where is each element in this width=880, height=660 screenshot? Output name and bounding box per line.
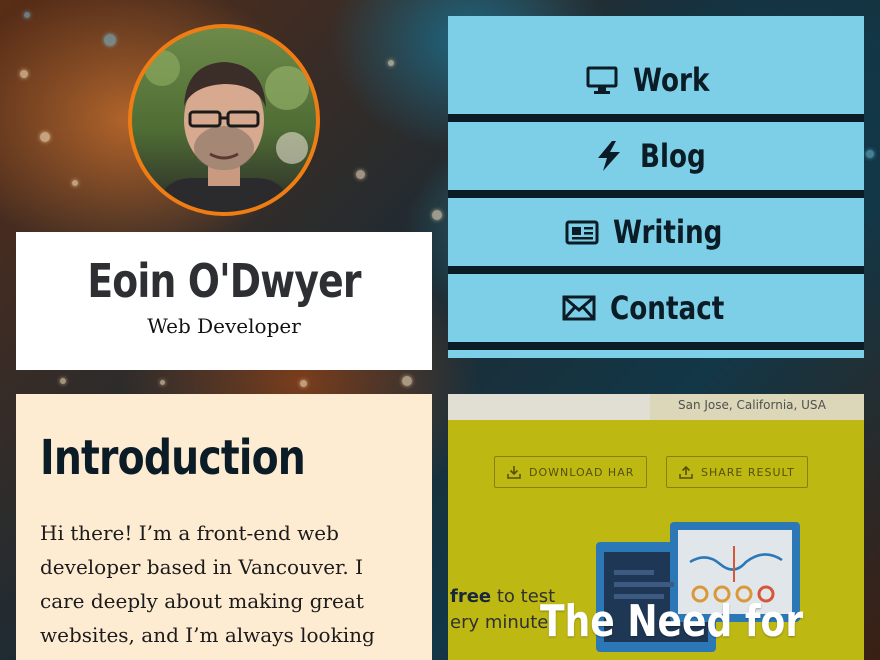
nav-divider — [448, 350, 864, 358]
monitor-icon — [586, 66, 618, 94]
intro-heading: Introduction — [40, 430, 306, 486]
nav-item-contact[interactable]: Contact — [448, 274, 864, 350]
bubble — [432, 210, 442, 220]
nav-item-work[interactable]: Work — [448, 16, 864, 122]
bubble — [866, 150, 874, 158]
intro-card: Introduction Hi there! I’m a front-end w… — [16, 394, 432, 660]
bubble — [104, 34, 116, 46]
profile-name: Eoin O'Dwyer — [87, 254, 361, 308]
bubble — [356, 170, 365, 179]
bubble — [72, 180, 78, 186]
profile-role: Web Developer — [147, 314, 301, 338]
bubble — [402, 376, 412, 386]
project-card[interactable]: San Jose, California, USA DOWNLOAD HAR S… — [448, 394, 864, 660]
nav-label-work: Work — [633, 61, 710, 99]
bubble — [388, 60, 394, 66]
portrait-image — [144, 50, 309, 212]
newspaper-icon — [565, 220, 599, 245]
nav-label-blog: Blog — [639, 137, 706, 175]
avatar — [128, 24, 320, 216]
nav-item-writing[interactable]: Writing — [448, 198, 864, 274]
bubble — [300, 380, 307, 387]
bubble — [40, 132, 50, 142]
bubble — [160, 380, 165, 385]
nav-item-blog[interactable]: Blog — [448, 122, 864, 198]
bubble — [60, 378, 66, 384]
nav-label-contact: Contact — [610, 289, 725, 327]
intro-body: Hi there! I’m a front-end web developer … — [40, 521, 375, 660]
name-card: Eoin O'Dwyer Web Developer — [16, 232, 432, 370]
project-title: The Need for — [540, 596, 804, 647]
bubble — [20, 70, 28, 78]
bubble — [24, 12, 30, 18]
main-nav: Work Blog Writing Contact — [448, 16, 864, 358]
envelope-icon — [562, 295, 596, 321]
nav-label-writing: Writing — [613, 213, 723, 251]
lightning-icon — [597, 141, 620, 171]
